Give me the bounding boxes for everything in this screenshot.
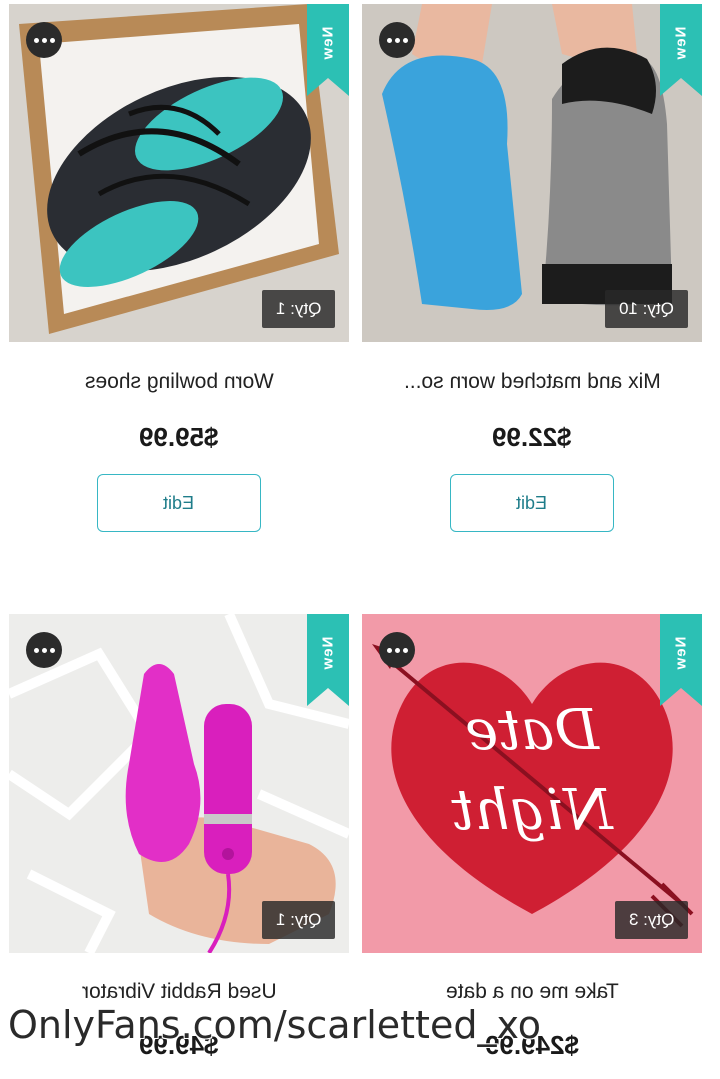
new-badge-label: New [672, 26, 690, 60]
new-badge: New [307, 4, 349, 96]
product-card[interactable]: New Qty: 1 Worn bowling shoes $59.99 Edi… [9, 4, 349, 532]
product-price-text: $22.99 [492, 422, 572, 452]
edit-button-label: Edit [516, 492, 548, 513]
night-script-text: Night [451, 778, 615, 843]
product-title-text: Worn bowling shoes [84, 370, 274, 393]
product-price: $59.99 [9, 422, 349, 458]
edit-button[interactable]: Edit [97, 474, 261, 532]
product-photo[interactable]: New Qty: 1 [9, 614, 349, 953]
more-options-button[interactable] [26, 22, 62, 58]
more-options-button[interactable] [379, 22, 415, 58]
new-badge: New [660, 614, 702, 706]
new-badge-label: New [672, 636, 690, 670]
product-card[interactable]: Date Night New Qty: 3 Take me on a date [362, 614, 702, 1003]
product-photo[interactable]: New Qty: 1 [9, 4, 349, 342]
product-price-text: $59.99 [139, 422, 219, 452]
quantity-badge: Qty: 3 [614, 901, 688, 939]
date-script-text: Date [465, 698, 600, 763]
product-title-text: Mix and matched worn so... [403, 370, 661, 393]
more-options-button[interactable] [379, 632, 415, 668]
edit-button[interactable]: Edit [450, 474, 614, 532]
product-title: Worn bowling shoes [9, 370, 349, 400]
watermark: OnlyFans.com/scarletted_xo [8, 1003, 542, 1047]
product-card[interactable]: New Qty: 1 Used Rabbit Vibrator [9, 614, 349, 1003]
new-badge: New [660, 4, 702, 96]
product-grid: New Qty: 1 Worn bowling shoes $59.99 Edi… [0, 0, 720, 1079]
quantity-badge: Qty: 1 [261, 290, 335, 328]
product-title-text: Used Rabbit Vibrator [81, 980, 277, 1003]
quantity-label: Qty: 3 [628, 910, 674, 929]
quantity-badge: Qty: 10 [605, 290, 688, 328]
product-photo[interactable]: Date Night New Qty: 3 [362, 614, 702, 953]
product-title-text: Take me on a date [445, 980, 619, 1003]
quantity-label: Qty: 10 [619, 299, 674, 318]
new-badge: New [307, 614, 349, 706]
quantity-badge: Qty: 1 [261, 901, 335, 939]
product-card[interactable]: New Qty: 10 Mix and matched worn so... $… [362, 4, 702, 532]
product-photo[interactable]: New Qty: 10 [362, 4, 702, 342]
quantity-label: Qty: 1 [275, 910, 321, 929]
quantity-label: Qty: 1 [275, 299, 321, 318]
more-options-button[interactable] [26, 632, 62, 668]
new-badge-label: New [319, 26, 337, 60]
product-price: $22.99 [362, 422, 702, 458]
product-title: Mix and matched worn so... [362, 370, 702, 400]
edit-button-label: Edit [163, 492, 195, 513]
new-badge-label: New [319, 636, 337, 670]
